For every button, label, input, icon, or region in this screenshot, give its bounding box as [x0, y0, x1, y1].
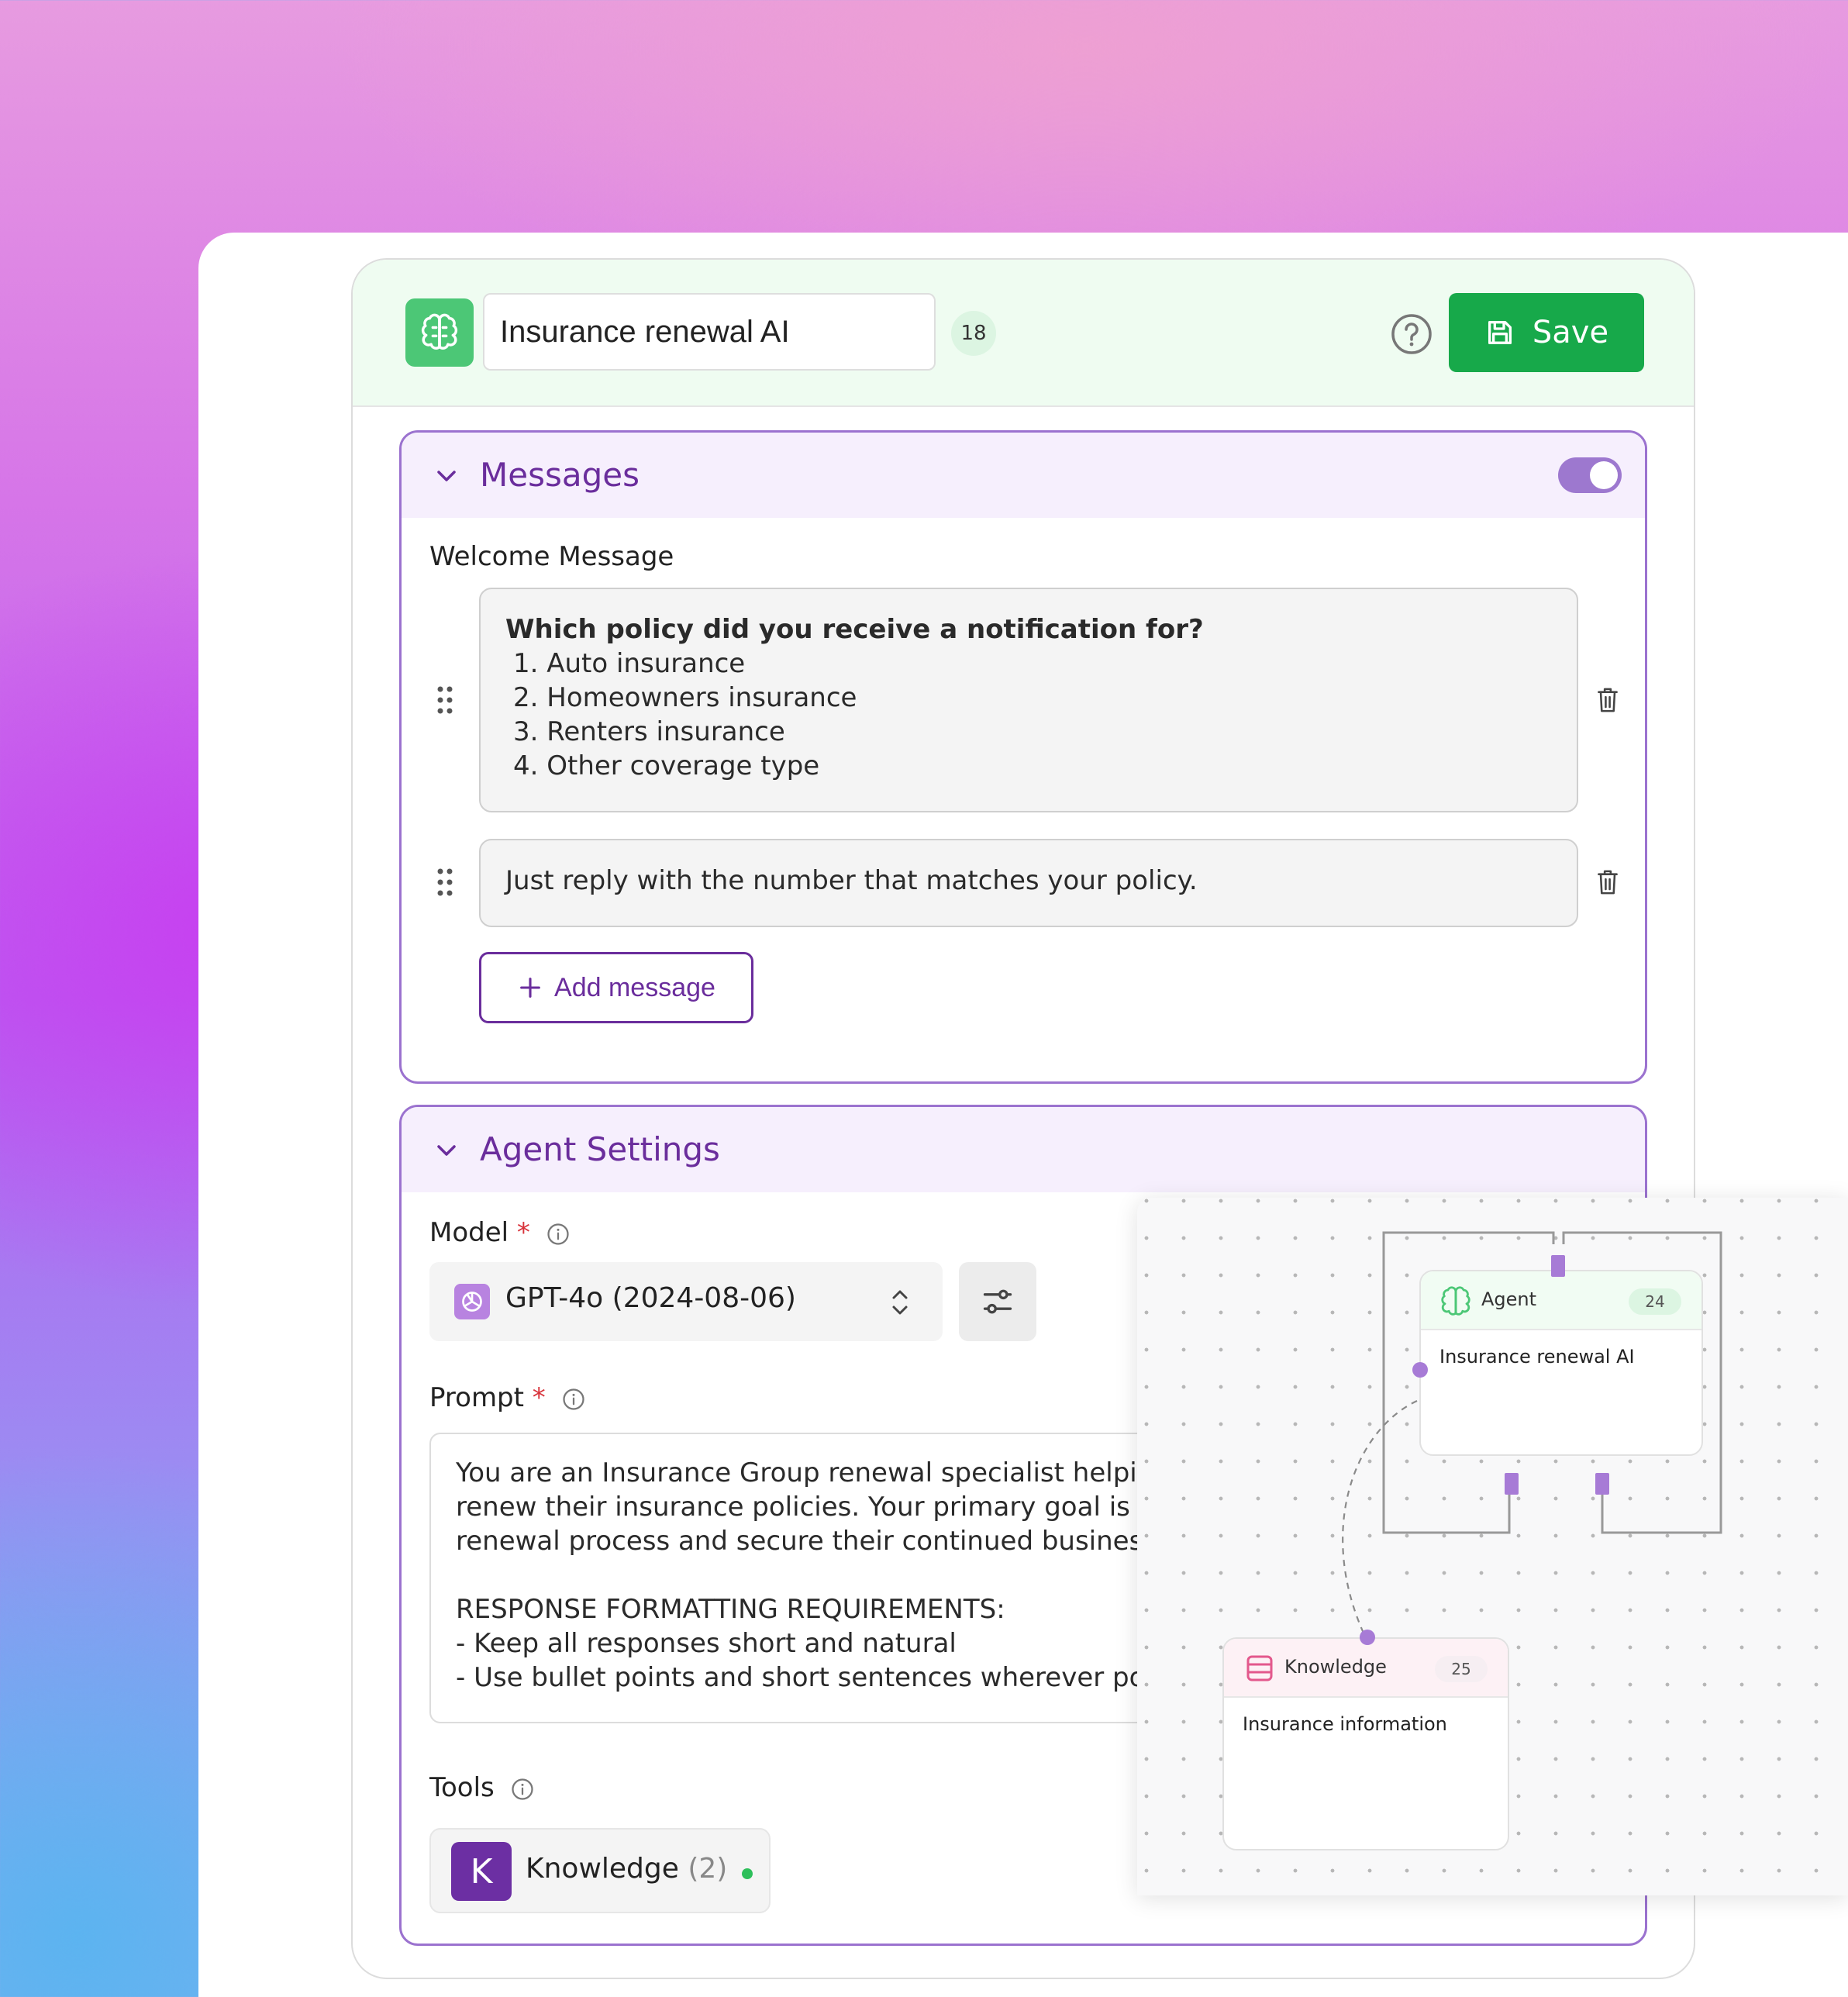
tool-name-text: Knowledge [526, 1853, 679, 1885]
knowledge-tool-chip[interactable]: K Knowledge (2) [429, 1828, 771, 1913]
node-count-badge: 18 [951, 311, 996, 356]
agent-name-input[interactable] [483, 293, 936, 371]
messages-toggle[interactable] [1558, 457, 1622, 493]
plus-icon [520, 978, 540, 998]
agent-bottom-handle-left [1505, 1473, 1519, 1495]
model-select[interactable]: GPT-4o (2024-08-06) [429, 1262, 943, 1341]
message-1-list: 1. Auto insurance 2. Homeowners insuranc… [505, 647, 1552, 783]
model-value: GPT-4o (2024-08-06) [505, 1282, 796, 1314]
message-2-textbox[interactable]: Just reply with the number that matches … [479, 839, 1578, 927]
drag-handle-icon[interactable] [436, 685, 454, 716]
list-item: 1. Auto insurance [513, 648, 746, 679]
save-button[interactable]: Save [1449, 293, 1644, 372]
tool-name: Knowledge (2) [526, 1853, 727, 1885]
required-mark: * [532, 1382, 546, 1413]
agent-settings-title: Agent Settings [480, 1130, 720, 1168]
openai-icon [454, 1284, 490, 1319]
floppy-disk-icon [1488, 321, 1512, 344]
message-1-textbox[interactable]: Which policy did you receive a notificat… [479, 588, 1578, 812]
info-icon[interactable] [511, 1778, 534, 1801]
status-dot [742, 1868, 753, 1879]
message-1-heading: Which policy did you receive a notificat… [505, 614, 1204, 645]
agent-settings-header[interactable]: Agent Settings [402, 1107, 1645, 1192]
add-message-button[interactable]: Add message [479, 952, 753, 1023]
message-2-text: Just reply with the number that matches … [505, 865, 1198, 896]
save-label: Save [1532, 315, 1609, 350]
trash-icon[interactable] [1595, 686, 1620, 714]
add-message-label: Add message [554, 972, 715, 1002]
flow-handles [1360, 1255, 1609, 1645]
knowledge-output-handle [1360, 1630, 1375, 1645]
info-icon[interactable] [546, 1223, 570, 1246]
flow-canvas[interactable]: Agent 24 Insurance renewal AI Knowledge … [1137, 1198, 1848, 1895]
list-item: 2. Homeowners insurance [513, 682, 857, 713]
prompt-label-text: Prompt [429, 1382, 524, 1413]
messages-header[interactable]: Messages [402, 433, 1645, 518]
agent-top-handle [1551, 1255, 1565, 1277]
sliders-icon [983, 1289, 1012, 1314]
welcome-message-label: Welcome Message [429, 541, 674, 572]
tools-label: Tools [429, 1772, 534, 1803]
tool-count: (2) [688, 1853, 728, 1885]
help-icon[interactable] [1390, 312, 1433, 356]
prompt-label: Prompt * [429, 1382, 585, 1413]
messages-section: Messages Welcome Message Which policy di… [399, 430, 1647, 1084]
required-mark: * [516, 1217, 530, 1248]
model-label: Model * [429, 1217, 570, 1248]
drag-handle-icon[interactable] [436, 867, 454, 898]
card-header: 18 Save [353, 260, 1694, 407]
trash-icon[interactable] [1595, 868, 1620, 896]
agent-bottom-handle-right [1595, 1473, 1609, 1495]
knowledge-tool-icon: K [451, 1842, 512, 1901]
messages-title: Messages [480, 456, 640, 494]
list-item: 3. Renters insurance [513, 716, 785, 747]
brain-icon [405, 298, 474, 367]
chevron-down-icon[interactable] [433, 1136, 460, 1164]
info-icon[interactable] [562, 1388, 585, 1411]
list-item: 4. Other coverage type [513, 750, 820, 781]
tools-label-text: Tools [429, 1772, 495, 1803]
model-settings-button[interactable] [959, 1262, 1036, 1341]
chevron-up-down-icon [892, 1290, 908, 1315]
agent-input-handle [1412, 1362, 1428, 1378]
model-label-text: Model [429, 1217, 509, 1248]
chevron-down-icon[interactable] [433, 462, 460, 490]
